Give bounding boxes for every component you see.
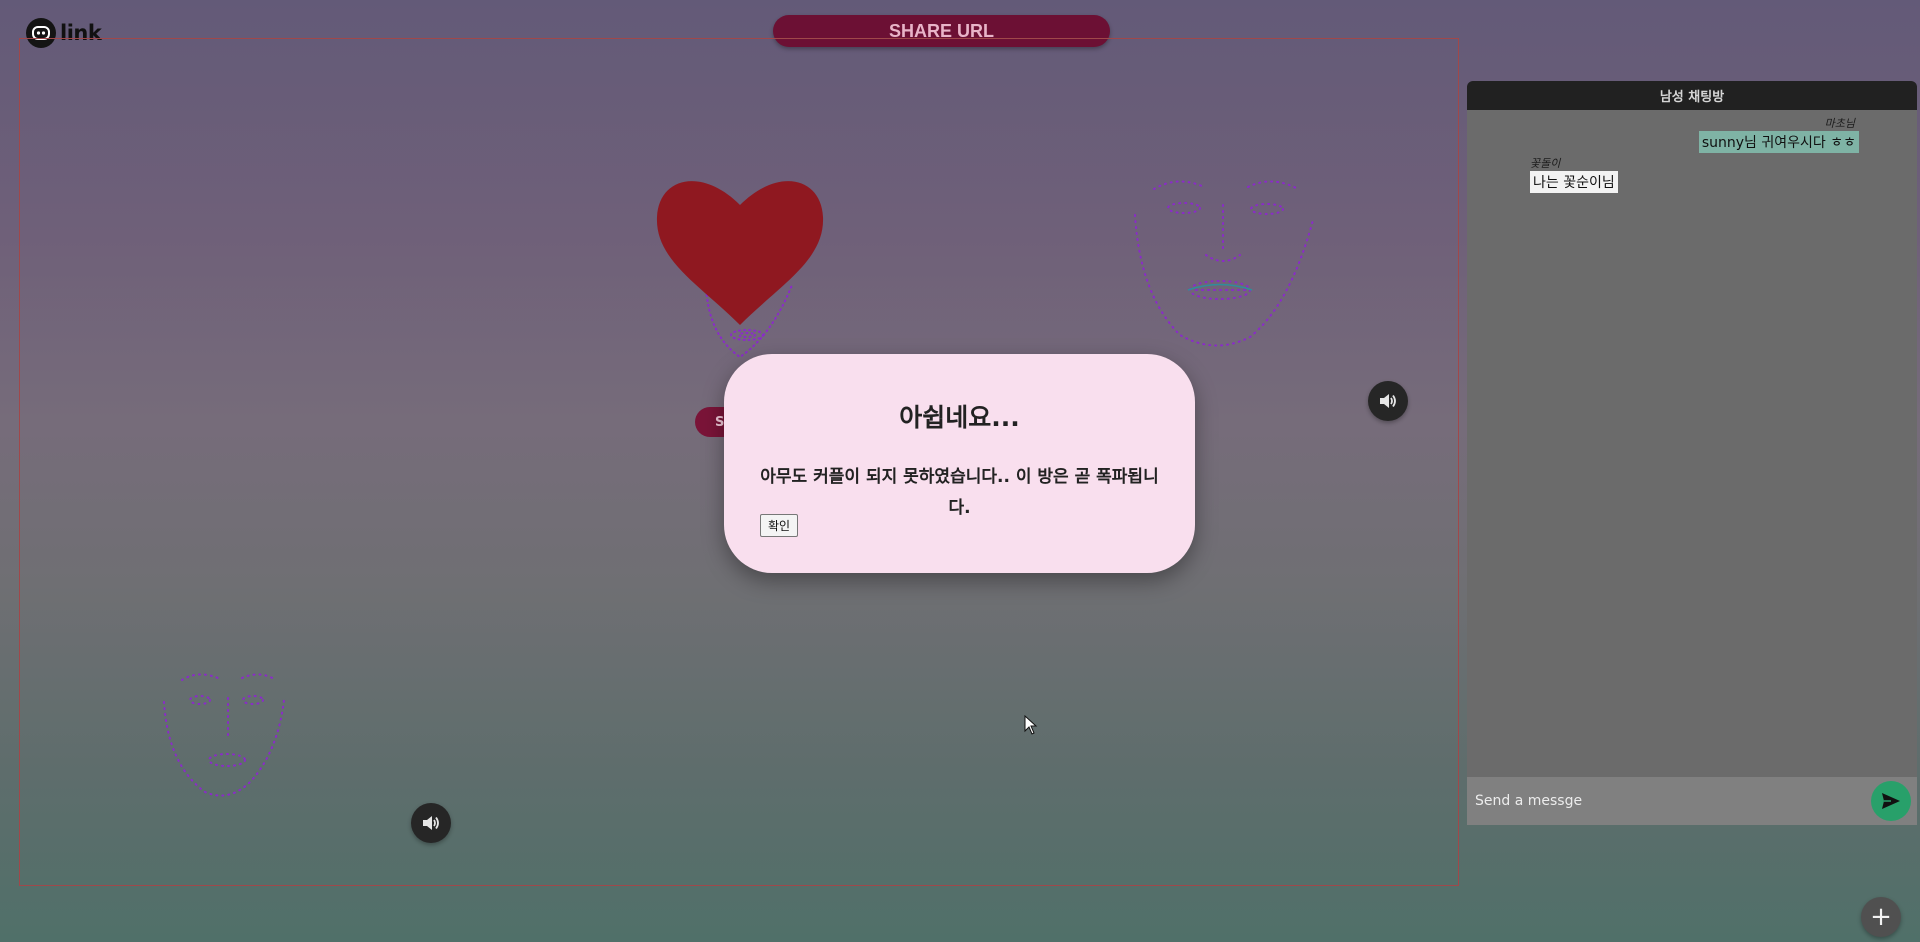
add-button[interactable]: + — [1861, 897, 1901, 937]
speaker-icon — [1380, 394, 1396, 408]
send-button[interactable] — [1871, 781, 1911, 821]
chat-message-input[interactable] — [1467, 792, 1871, 810]
chat-room-title: 남성 채팅방 — [1467, 81, 1917, 110]
dialog-title: 아쉽네요... — [899, 403, 1020, 432]
face-landmark-overlay-left — [163, 673, 285, 797]
speaker-icon — [423, 816, 439, 830]
dialog-message: 아무도 커플이 되지 못하였습니다.. 이 방은 곧 폭파됩니다. — [760, 467, 1159, 518]
dialog-confirm-button[interactable]: 확인 — [760, 514, 799, 537]
chat-panel: 남성 채팅방 마초님 sunny님 귀여우시다 ㅎㅎ 꽃돌이 나는 꽃순이님 — [1467, 81, 1917, 825]
message-author: 꽃돌이 — [1530, 157, 1561, 170]
speaker-button-left[interactable] — [411, 803, 451, 843]
face-landmark-overlay-right — [1134, 180, 1314, 347]
mouse-cursor-icon — [1024, 715, 1038, 735]
send-icon — [1882, 793, 1900, 809]
speaker-button-right[interactable] — [1368, 381, 1408, 421]
face-landmark-overlay-heart — [656, 181, 824, 359]
chat-message-own: 마초님 sunny님 귀여우시다 ㅎㅎ — [1698, 115, 1859, 153]
message-text: 나는 꽃순이님 — [1530, 171, 1618, 193]
room-closing-dialog: 아쉽네요... 아무도 커플이 되지 못하였습니다.. 이 방은 곧 폭파됩니다… — [724, 354, 1195, 573]
chat-compose-bar — [1467, 777, 1917, 825]
heart-icon — [656, 181, 824, 325]
chat-message-other: 꽃돌이 나는 꽃순이님 — [1530, 155, 1618, 193]
message-text: sunny님 귀여우시다 ㅎㅎ — [1698, 131, 1859, 153]
chat-message-list[interactable]: 마초님 sunny님 귀여우시다 ㅎㅎ 꽃돌이 나는 꽃순이님 — [1467, 110, 1917, 777]
message-author: 마초님 — [1824, 117, 1855, 130]
